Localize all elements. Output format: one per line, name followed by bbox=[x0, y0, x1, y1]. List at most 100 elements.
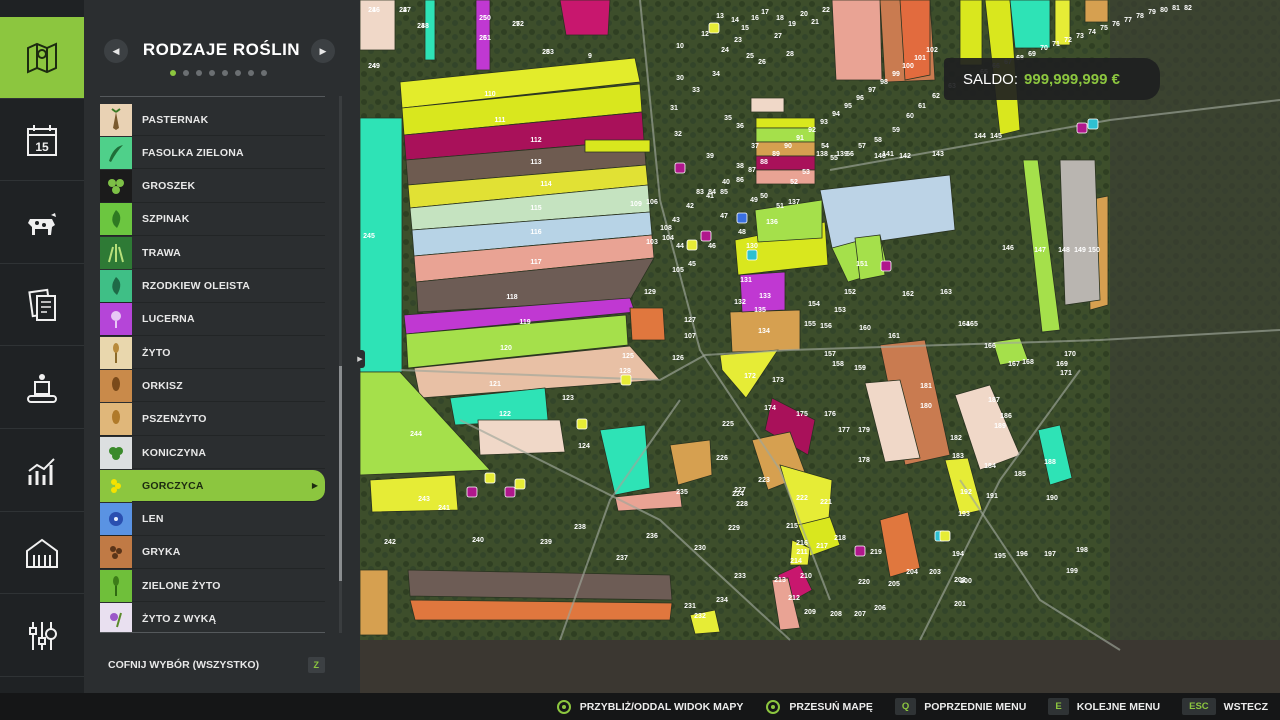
field-number-label[interactable]: 79 bbox=[1148, 9, 1156, 16]
crop-list-item[interactable]: GRYKA bbox=[100, 536, 325, 569]
field-number-label[interactable]: 169 bbox=[1056, 361, 1068, 368]
field-number-label[interactable]: 137 bbox=[788, 199, 800, 206]
field-number-label[interactable]: 58 bbox=[874, 137, 882, 144]
field-number-label[interactable]: 32 bbox=[674, 131, 682, 138]
field-number-label[interactable]: 156 bbox=[820, 323, 832, 330]
field-number-label[interactable]: 250 bbox=[479, 15, 491, 22]
field-number-label[interactable]: 231 bbox=[684, 603, 696, 610]
map-field[interactable] bbox=[1059, 159, 1101, 306]
field-number-label[interactable]: 149 bbox=[1074, 247, 1086, 254]
field-number-label[interactable]: 50 bbox=[760, 193, 768, 200]
field-number-label[interactable]: 37 bbox=[751, 143, 759, 150]
zoom-map-action[interactable]: PRZYBLIŻ/ODDAL WIDOK MAPY bbox=[556, 699, 743, 715]
field-number-label[interactable]: 111 bbox=[495, 117, 506, 124]
field-number-label[interactable]: 201 bbox=[954, 601, 966, 608]
field-number-label[interactable]: 191 bbox=[986, 493, 998, 500]
field-number-label[interactable]: 180 bbox=[920, 403, 932, 410]
field-number-label[interactable]: 173 bbox=[772, 377, 784, 384]
field-number-label[interactable]: 93 bbox=[820, 119, 828, 126]
field-number-label[interactable]: 33 bbox=[692, 87, 700, 94]
field-number-label[interactable]: 74 bbox=[1088, 29, 1096, 36]
page-dot[interactable] bbox=[248, 70, 254, 76]
map-poi-marker[interactable] bbox=[854, 545, 866, 557]
field-number-label[interactable]: 116 bbox=[530, 229, 541, 236]
crop-list-item[interactable]: LEN bbox=[100, 503, 325, 536]
field-number-label[interactable]: 241 bbox=[438, 505, 450, 512]
field-number-label[interactable]: 206 bbox=[874, 605, 886, 612]
field-number-label[interactable]: 146 bbox=[1002, 245, 1014, 252]
crop-list-item[interactable]: ZIELONE ŻYTO bbox=[100, 569, 325, 603]
field-number-label[interactable]: 190 bbox=[1046, 495, 1058, 502]
field-number-label[interactable]: 100 bbox=[902, 63, 914, 70]
map-field[interactable] bbox=[750, 97, 785, 113]
field-number-label[interactable]: 85 bbox=[720, 189, 728, 196]
field-number-label[interactable]: 23 bbox=[734, 37, 742, 44]
field-number-label[interactable]: 179 bbox=[858, 427, 870, 434]
map-poi-marker[interactable] bbox=[1076, 122, 1088, 134]
rail-map-button[interactable] bbox=[0, 17, 84, 99]
scrollbar-thumb[interactable] bbox=[339, 366, 342, 581]
field-number-label[interactable]: 181 bbox=[920, 383, 932, 390]
field-number-label[interactable]: 246 bbox=[368, 7, 380, 14]
field-number-label[interactable]: 214 bbox=[790, 558, 802, 565]
field-number-label[interactable]: 129 bbox=[644, 289, 656, 296]
field-number-label[interactable]: 31 bbox=[670, 105, 678, 112]
field-number-label[interactable]: 141 bbox=[882, 151, 894, 158]
field-number-label[interactable]: 235 bbox=[676, 489, 688, 496]
map-field[interactable] bbox=[831, 0, 883, 81]
field-number-label[interactable]: 13 bbox=[716, 13, 724, 20]
crop-list-item[interactable]: TRAWA bbox=[100, 236, 325, 270]
page-dot[interactable] bbox=[235, 70, 241, 76]
field-number-label[interactable]: 152 bbox=[844, 289, 856, 296]
field-number-label[interactable]: 208 bbox=[830, 611, 842, 618]
field-number-label[interactable]: 83 bbox=[696, 189, 704, 196]
field-number-label[interactable]: 34 bbox=[712, 71, 720, 78]
field-number-label[interactable]: 251 bbox=[479, 35, 491, 42]
page-dot[interactable] bbox=[196, 70, 202, 76]
field-number-label[interactable]: 230 bbox=[694, 545, 706, 552]
field-number-label[interactable]: 154 bbox=[808, 301, 820, 308]
field-number-label[interactable]: 107 bbox=[684, 333, 696, 340]
pan-map-action[interactable]: PRZESUŃ MAPĘ bbox=[765, 699, 873, 715]
field-number-label[interactable]: 26 bbox=[758, 59, 766, 66]
field-number-label[interactable]: 122 bbox=[499, 411, 511, 418]
field-number-label[interactable]: 43 bbox=[672, 217, 680, 224]
field-number-label[interactable]: 84 bbox=[708, 189, 716, 196]
field-number-label[interactable]: 14 bbox=[731, 17, 739, 24]
field-number-label[interactable]: 9 bbox=[588, 53, 592, 60]
field-number-label[interactable]: 207 bbox=[854, 611, 866, 618]
field-number-label[interactable]: 10 bbox=[676, 43, 684, 50]
field-number-label[interactable]: 99 bbox=[892, 71, 900, 78]
crop-list-item[interactable]: GROSZEK bbox=[100, 170, 325, 203]
field-number-label[interactable]: 165 bbox=[966, 321, 978, 328]
field-number-label[interactable]: 196 bbox=[1016, 551, 1028, 558]
field-number-label[interactable]: 40 bbox=[722, 179, 730, 186]
field-number-label[interactable]: 243 bbox=[418, 496, 430, 503]
field-number-label[interactable]: 70 bbox=[1040, 45, 1048, 52]
field-number-label[interactable]: 177 bbox=[838, 427, 850, 434]
field-number-label[interactable]: 73 bbox=[1076, 33, 1084, 40]
field-number-label[interactable]: 172 bbox=[744, 373, 756, 380]
map-field[interactable] bbox=[424, 0, 436, 61]
field-number-label[interactable]: 204 bbox=[906, 569, 918, 576]
field-number-label[interactable]: 174 bbox=[764, 405, 776, 412]
field-number-label[interactable]: 163 bbox=[940, 289, 952, 296]
field-number-label[interactable]: 197 bbox=[1044, 551, 1056, 558]
field-number-label[interactable]: 215 bbox=[786, 523, 798, 530]
field-number-label[interactable]: 249 bbox=[368, 63, 380, 70]
crop-list-scrollbar[interactable] bbox=[339, 96, 342, 633]
field-number-label[interactable]: 17 bbox=[761, 9, 769, 16]
field-number-label[interactable]: 60 bbox=[906, 113, 914, 120]
field-number-label[interactable]: 126 bbox=[672, 355, 684, 362]
field-number-label[interactable]: 222 bbox=[796, 495, 808, 502]
field-number-label[interactable]: 162 bbox=[902, 291, 914, 298]
next-page-button[interactable]: ▶ bbox=[311, 39, 335, 63]
crop-list-item[interactable]: ŻYTO Z WYKĄ bbox=[100, 603, 325, 632]
field-number-label[interactable]: 188 bbox=[1044, 459, 1056, 466]
field-number-label[interactable]: 104 bbox=[662, 235, 674, 242]
field-number-label[interactable]: 132 bbox=[734, 299, 746, 306]
field-number-label[interactable]: 114 bbox=[540, 181, 551, 188]
previous-menu-action[interactable]: Q POPRZEDNIE MENU bbox=[894, 698, 1026, 715]
field-number-label[interactable]: 194 bbox=[952, 551, 964, 558]
field-number-label[interactable]: 239 bbox=[540, 539, 552, 546]
